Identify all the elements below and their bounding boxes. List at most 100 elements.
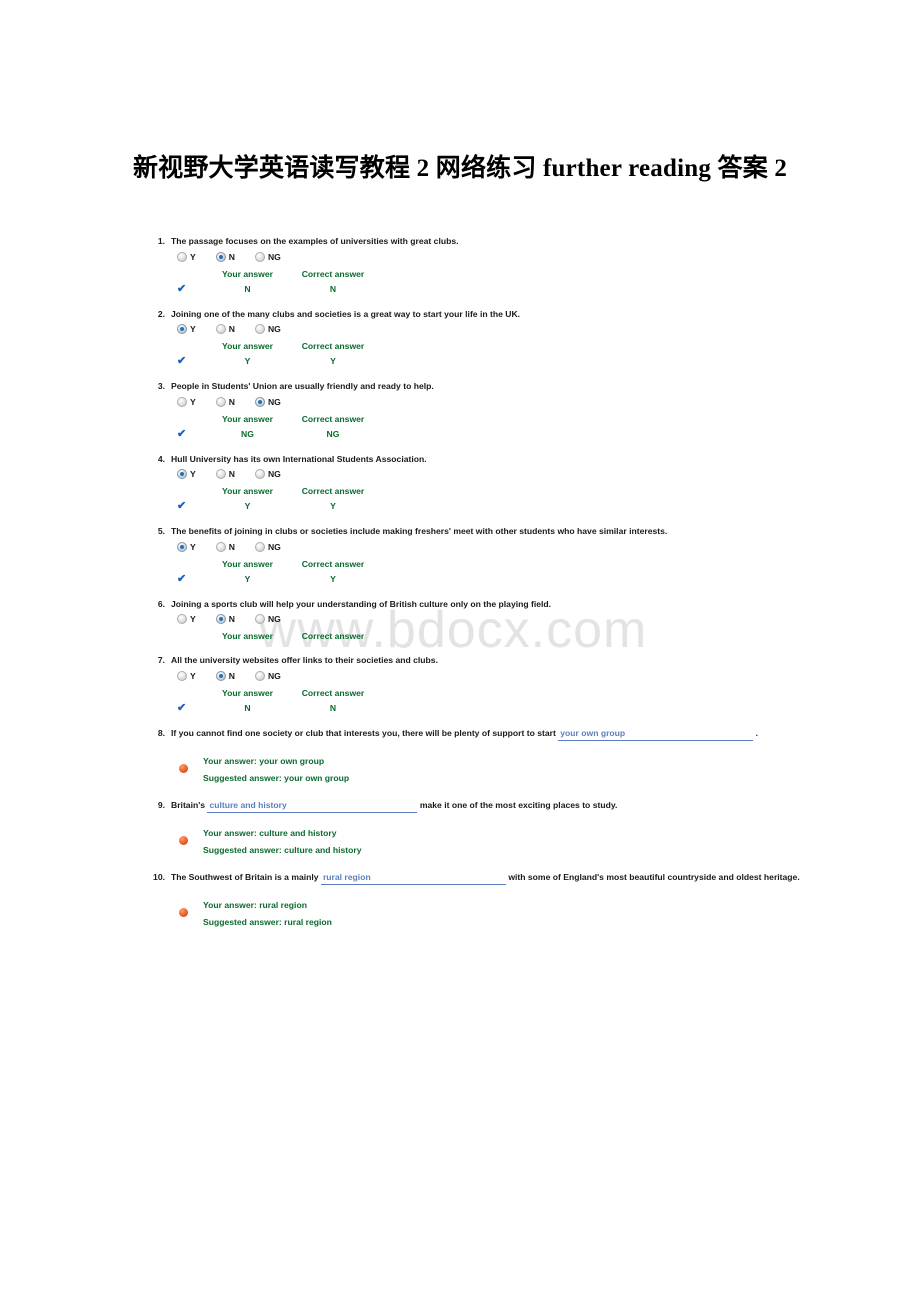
header-correct-answer: Correct answer <box>301 413 365 424</box>
header-correct-answer: Correct answer <box>301 631 365 641</box>
radio-button-y[interactable] <box>177 324 187 334</box>
radio-option-y[interactable]: Y <box>177 670 196 681</box>
radio-option-ng[interactable]: NG <box>254 670 281 681</box>
radio-button-ng[interactable] <box>254 670 265 681</box>
fill-in-text-before: If you cannot find one society or club t… <box>171 727 559 738</box>
page-title: 新视野大学英语读写教程 2 网络练习 further reading 答案 2 <box>132 155 788 182</box>
question-line: 5. The benefits of joining in clubs or so… <box>147 526 847 538</box>
fill-in-blank[interactable]: culture and history <box>207 800 418 813</box>
question-text: Hull University has its own Internationa… <box>171 453 427 464</box>
radio-option-ng[interactable]: NG <box>254 469 281 479</box>
your-answer-value: Y <box>244 573 251 584</box>
radio-button-ng[interactable] <box>254 396 265 407</box>
bullet-icon <box>179 763 188 773</box>
radio-button-ng[interactable] <box>254 324 265 334</box>
radio-option-ng[interactable]: NG <box>254 251 281 262</box>
radio-option-n[interactable]: N <box>215 251 235 262</box>
correct-check-icon: ✔ <box>177 355 187 367</box>
radio-label-ng: NG <box>267 541 281 552</box>
radio-button-n[interactable] <box>215 670 226 681</box>
your-answer-value: Y <box>244 356 251 366</box>
radio-label-y: Y <box>190 324 196 334</box>
option-group: Y N NG <box>177 670 847 681</box>
radio-option-n[interactable]: N <box>215 469 235 479</box>
radio-button-n[interactable] <box>215 324 226 334</box>
option-group: Y N NG <box>177 324 847 334</box>
fill-in-line: 8. If you cannot find one society or club… <box>147 728 847 741</box>
suggested-answer-block: Your answer: rural region Suggested answe… <box>177 897 847 931</box>
radio-label-y: Y <box>190 670 196 681</box>
radio-button-ng[interactable] <box>254 614 265 624</box>
question-number: 8. <box>157 727 165 738</box>
radio-button-ng[interactable] <box>254 469 265 479</box>
answer-table-header: Your answer Correct answer <box>177 558 847 570</box>
question-number: 5. <box>157 526 165 536</box>
radio-button-n[interactable] <box>215 396 226 407</box>
radio-button-y[interactable] <box>177 396 187 407</box>
answer-table: Your answer Correct answer ✔ N N <box>177 268 847 296</box>
radio-option-y[interactable]: Y <box>177 324 196 334</box>
fill-in-text-after: make it one of the most exciting places … <box>417 799 618 810</box>
radio-label-ng: NG <box>267 670 281 681</box>
radio-button-n[interactable] <box>215 614 226 624</box>
question-block: 5. The benefits of joining in clubs or so… <box>147 526 847 586</box>
radio-label-y: Y <box>190 251 196 262</box>
radio-label-n: N <box>228 396 235 407</box>
fill-in-text-before: The Southwest of Britain is a mainly <box>171 871 321 882</box>
correct-answer-value: Y <box>330 356 336 366</box>
radio-option-ng[interactable]: NG <box>254 614 281 624</box>
radio-button-ng[interactable] <box>254 541 265 552</box>
radio-option-ng[interactable]: NG <box>254 396 281 407</box>
option-group: Y N NG <box>177 469 847 479</box>
radio-option-n[interactable]: N <box>215 324 235 334</box>
answer-table: Your answer Correct answer ✔ Y Y <box>177 340 847 368</box>
radio-label-n: N <box>228 251 235 262</box>
bullet-icon <box>179 835 188 845</box>
question-text: Joining one of the many clubs and societ… <box>171 308 521 319</box>
radio-option-y[interactable]: Y <box>177 251 196 262</box>
radio-button-y[interactable] <box>177 251 187 262</box>
fill-in-blank[interactable]: your own group <box>558 728 754 741</box>
answer-table-row: ✔ Y Y <box>177 573 847 586</box>
radio-option-n[interactable]: N <box>215 670 235 681</box>
radio-button-y[interactable] <box>177 469 187 479</box>
question-number: 3. <box>157 381 165 391</box>
radio-button-n[interactable] <box>215 469 226 479</box>
radio-option-y[interactable]: Y <box>177 614 196 624</box>
correct-check-icon: ✔ <box>177 572 187 585</box>
option-group: Y N NG <box>177 396 847 407</box>
radio-option-y[interactable]: Y <box>177 469 196 479</box>
radio-button-ng[interactable] <box>254 251 265 262</box>
radio-option-ng[interactable]: NG <box>254 541 281 552</box>
radio-button-n[interactable] <box>215 541 226 552</box>
fill-in-blank[interactable]: rural region <box>320 872 506 885</box>
radio-option-y[interactable]: Y <box>177 541 196 552</box>
fill-in-text-after: . <box>753 727 759 738</box>
answer-table: Your answer Correct answer ✔ Y Y <box>177 485 847 513</box>
document-page: www.bdocx.com 新视野大学英语读写教程 2 网络练习 further… <box>0 0 920 1302</box>
option-group: Y N NG <box>177 614 847 624</box>
correct-answer-value: N <box>329 283 337 294</box>
correct-check-icon: ✔ <box>177 500 187 512</box>
correct-answer-value: Y <box>330 501 336 511</box>
radio-option-n[interactable]: N <box>215 614 235 624</box>
header-correct-answer: Correct answer <box>301 341 365 351</box>
radio-button-y[interactable] <box>177 614 187 624</box>
question-text: All the university websites offer links … <box>171 655 438 665</box>
radio-option-ng[interactable]: NG <box>254 324 281 334</box>
radio-button-y[interactable] <box>177 541 187 552</box>
radio-button-y[interactable] <box>177 670 187 681</box>
radio-option-n[interactable]: N <box>215 541 235 552</box>
answer-table-row: ✔ Y Y <box>177 500 847 513</box>
question-line: 3. People in Students' Union are usually … <box>147 381 847 393</box>
correct-check-icon: ✔ <box>177 427 187 440</box>
answer-table-header: Your answer Correct answer <box>177 413 847 425</box>
question-line: 1. The passage focuses on the examples of… <box>147 236 847 248</box>
radio-label-ng: NG <box>267 469 281 479</box>
radio-label-y: Y <box>190 396 196 407</box>
radio-option-y[interactable]: Y <box>177 396 196 407</box>
question-number: 1. <box>157 236 165 246</box>
radio-button-n[interactable] <box>215 251 226 262</box>
radio-option-n[interactable]: N <box>215 396 235 407</box>
suggested-answer-line: Suggested answer: culture and history <box>203 844 362 855</box>
